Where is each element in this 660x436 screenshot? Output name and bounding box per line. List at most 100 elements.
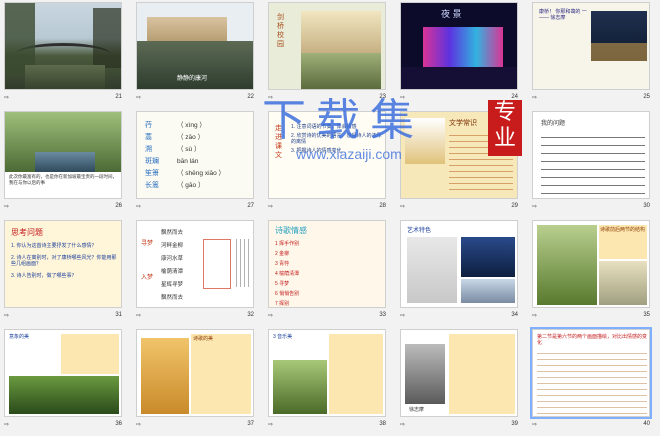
slide-thumbnail-40[interactable]: 第二节是第六节的两个画面描绘，对比出情感的变化 ⇨ 40: [528, 327, 660, 436]
slide-number: 36: [115, 421, 122, 427]
slide-34-photo: 艺术特色: [400, 220, 518, 308]
animation-icon: ⇨: [4, 203, 10, 210]
slide-thumbnail-35[interactable]: 诗歌前后两节的结构 ⇨ 35: [528, 218, 660, 327]
slide-thumbnail-23[interactable]: 剑桥校园 ⇨ 23: [264, 0, 396, 109]
slide-thumbnail-37[interactable]: 诗歌的美 ⇨ 37: [132, 327, 264, 436]
slide-38-bridge: 3 音乐美: [268, 329, 386, 417]
question-list: 1. 你认为这首诗主要抒发了什么感情？ 2. 诗人在离别时，对了康桥哪些风光？你能…: [11, 243, 117, 279]
animation-icon: ⇨: [532, 312, 538, 319]
slide-number: 21: [115, 94, 122, 100]
slide-thumbnail-32[interactable]: 寻梦入梦出梦 飘然而去河畔金柳康河水草榆荫清潭星辉寻梦飘然而去 ⇨ 32: [132, 218, 264, 327]
animation-icon: ⇨: [4, 94, 10, 101]
slide-text: 3 音乐美: [273, 334, 293, 340]
watermark-seal: 专业: [488, 100, 522, 156]
slide-caption: 此次你最富有的，也是你在新加坡最宝贵的一段时间，我在与你以后的事: [9, 174, 117, 185]
vocab-pinyin: （ xìng ）（ zāo ）（ sù ） bān lán （ shēng xiāo…: [177, 122, 226, 189]
slide-number: 25: [643, 94, 650, 100]
slide-title: 艺术特色: [407, 228, 432, 234]
slide-title: 诗歌情感: [275, 226, 307, 235]
slide-25-photo: 康桥！ 你那和蔼的 一 —— 徐志摩: [532, 2, 650, 90]
slide-text: 诗歌前后两节的结构: [600, 227, 646, 233]
slide-number: 38: [379, 421, 386, 427]
slide-text: 诗歌的美: [193, 336, 214, 342]
slide-thumbnail-28[interactable]: 走进课文 1. 注意词语的节奏，体会情感 2. 欣赏诗的优美的语言，感受诗人的浓厚…: [264, 109, 396, 218]
slide-22-photo: 静静的康河: [136, 2, 254, 90]
animation-icon: ⇨: [532, 203, 538, 210]
animation-icon: ⇨: [532, 94, 538, 101]
slide-number: 23: [379, 94, 386, 100]
slide-thumbnail-34[interactable]: 艺术特色 ⇨ 34: [396, 218, 528, 327]
animation-icon: ⇨: [268, 203, 274, 210]
slide-number: 35: [643, 312, 650, 318]
slide-35-nature: 诗歌前后两节的结构: [532, 220, 650, 308]
structure-mid: 飘然而去 河畔金柳 康河水草 榆荫清潭 星辉寻梦 飘然而去: [161, 230, 184, 301]
slide-title: 我的问题: [541, 121, 566, 127]
slide-number: 40: [643, 421, 650, 427]
slide-number: 31: [115, 312, 122, 318]
slide-title: 夜 景: [441, 9, 462, 19]
poem-flow-list: 1 挥手作别 2 金柳 3 青荇 4 榆荫清潭 5 寻梦 6 悄悄告别 7 挥别: [275, 241, 300, 307]
animation-icon: ⇨: [4, 312, 10, 319]
animation-icon: ⇨: [268, 421, 274, 428]
slide-40-text: 第二节是第六节的两个画面描绘，对比出情感的变化: [530, 327, 652, 419]
slide-28-reading: 走进课文 1. 注意词语的节奏，体会情感 2. 欣赏诗的优美的语言，感受诗人的浓厚…: [268, 111, 386, 199]
slide-number: 22: [247, 94, 254, 100]
slide-thumbnail-30[interactable]: 我的问题 ⇨ 30: [528, 109, 660, 218]
slide-thumbnail-38[interactable]: 3 音乐美 ⇨ 38: [264, 327, 396, 436]
slide-24-photo: 夜 景: [400, 2, 518, 90]
slide-27-vocab: 荇蒿溯斑斓 笙箫 长篙 （ xìng ）（ zāo ）（ sù ） bān lán （ …: [136, 111, 254, 199]
slide-thumbnail-24[interactable]: 夜 景 ⇨ 24: [396, 0, 528, 109]
slide-title: 第二节是第六节的两个画面描绘，对比出情感的变化: [537, 334, 648, 346]
slide-36-textphoto: 意象的美: [4, 329, 122, 417]
reading-items: 1. 注意词语的节奏，体会情感 2. 欣赏诗的优美的语言，感受诗人的浓厚的离情 3.…: [291, 124, 382, 154]
animation-icon: ⇨: [136, 421, 142, 428]
slide-text: 康桥！ 你那和蔼的 一 —— 徐志摩: [539, 9, 587, 21]
slide-thumbnail-33[interactable]: 诗歌情感 1 挥手作别 2 金柳 3 青荇 4 榆荫清潭 5 寻梦 6 悄悄告别 7 挥别 …: [264, 218, 396, 327]
slide-thumbnail-36[interactable]: 意象的美 ⇨ 36: [0, 327, 132, 436]
animation-icon: ⇨: [4, 421, 10, 428]
animation-icon: ⇨: [400, 203, 406, 210]
slide-32-structure: 寻梦入梦出梦 飘然而去河畔金柳康河水草榆荫清潭星辉寻梦飘然而去: [136, 220, 254, 308]
slide-side-title: 走进课文: [275, 125, 282, 159]
slide-text: 意象的美: [9, 334, 30, 340]
animation-icon: ⇨: [400, 312, 406, 319]
animation-icon: ⇨: [532, 421, 538, 428]
slide-thumbnail-31[interactable]: 思考问题 1. 你认为这首诗主要抒发了什么感情？ 2. 诗人在离别时，对了康桥哪些…: [0, 218, 132, 327]
slide-23-photo: 剑桥校园: [268, 2, 386, 90]
slide-number: 29: [511, 203, 518, 209]
slide-vertical-title: 剑桥校园: [277, 14, 284, 48]
slide-caption: 静静的康河: [177, 76, 208, 82]
animation-icon: ⇨: [400, 94, 406, 101]
slide-number: 34: [511, 312, 518, 318]
structure-left: 寻梦入梦出梦: [141, 241, 154, 281]
animation-icon: ⇨: [268, 312, 274, 319]
slide-number: 26: [115, 203, 122, 209]
slide-number: 32: [247, 312, 254, 318]
slide-sorter-grid: ⇨ 21 静静的康河 ⇨ 22 剑桥校园 ⇨ 23 夜 景 ⇨ 24 康桥！ 你那和蔼的…: [0, 0, 660, 435]
vocab-words: 荇蒿溯斑斓 笙箫 长篙: [145, 122, 159, 189]
animation-icon: ⇨: [400, 421, 406, 428]
animation-icon: ⇨: [136, 203, 142, 210]
slide-number: 37: [247, 421, 254, 427]
animation-icon: ⇨: [268, 94, 274, 101]
slide-text: 徐志摩: [409, 407, 425, 413]
slide-39-portrait: 徐志摩: [400, 329, 518, 417]
slide-thumbnail-27[interactable]: 荇蒿溯斑斓 笙箫 长篙 （ xìng ）（ zāo ）（ sù ） bān lán （ …: [132, 109, 264, 218]
slide-31-questions: 思考问题 1. 你认为这首诗主要抒发了什么感情？ 2. 诗人在离别时，对了康桥哪些…: [4, 220, 122, 308]
animation-icon: ⇨: [136, 94, 142, 101]
slide-thumbnail-21[interactable]: ⇨ 21: [0, 0, 132, 109]
slide-number: 30: [643, 203, 650, 209]
slide-26-photo: 此次你最富有的，也是你在新加坡最宝贵的一段时间，我在与你以后的事: [4, 111, 122, 199]
slide-33-poemflow: 诗歌情感 1 挥手作别 2 金柳 3 青荇 4 榆荫清潭 5 寻梦 6 悄悄告别 7 挥别: [268, 220, 386, 308]
slide-thumbnail-22[interactable]: 静静的康河 ⇨ 22: [132, 0, 264, 109]
slide-thumbnail-25[interactable]: 康桥！ 你那和蔼的 一 —— 徐志摩 ⇨ 25: [528, 0, 660, 109]
animation-icon: ⇨: [136, 312, 142, 319]
slide-37-autumn: 诗歌的美: [136, 329, 254, 417]
slide-number: 39: [511, 421, 518, 427]
slide-thumbnail-26[interactable]: 此次你最富有的，也是你在新加坡最宝贵的一段时间，我在与你以后的事 ⇨ 26: [0, 109, 132, 218]
slide-21-photo: [4, 2, 122, 90]
slide-number: 27: [247, 203, 254, 209]
slide-title: 思考问题: [11, 228, 43, 237]
slide-thumbnail-39[interactable]: 徐志摩 ⇨ 39: [396, 327, 528, 436]
slide-30-music: 我的问题: [532, 111, 650, 199]
